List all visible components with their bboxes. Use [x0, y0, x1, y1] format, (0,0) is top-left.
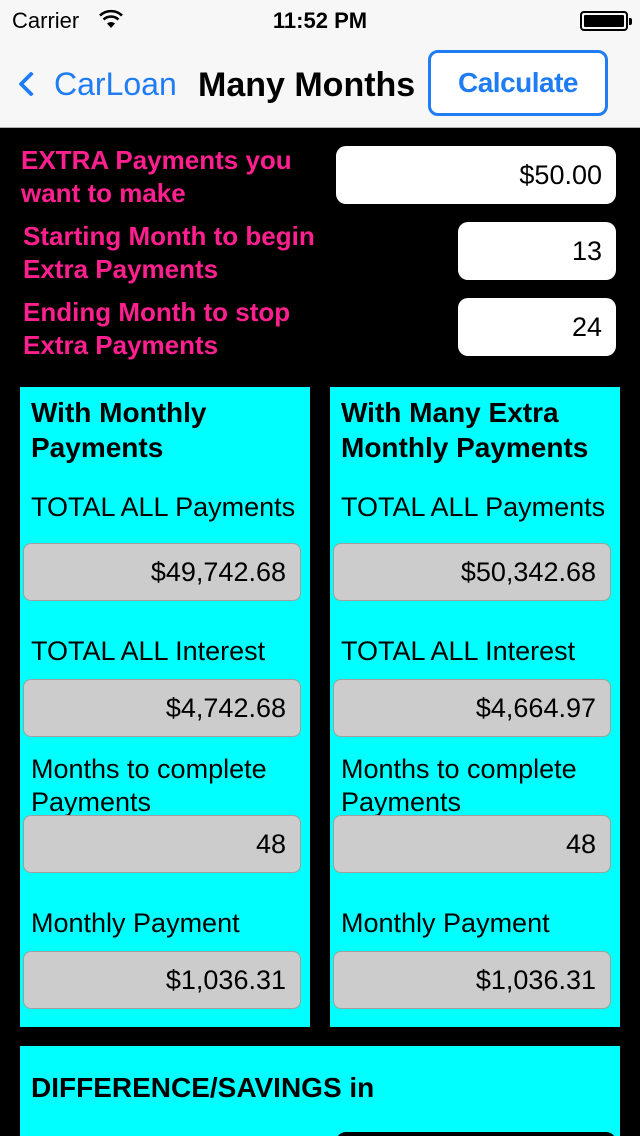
start-month-input[interactable]: 13 — [458, 222, 616, 280]
months-to-complete-value: 48 — [23, 815, 301, 873]
navigation-bar: CarLoan Many Months Calculate — [0, 40, 640, 128]
monthly-payment-label: Monthly Payment — [31, 908, 240, 938]
monthly-payments-panel: With Monthly Payments TOTAL ALL Payments… — [20, 387, 310, 1027]
total-interest-value: $4,742.68 — [23, 679, 301, 737]
total-payments-value: $49,742.68 — [23, 543, 301, 601]
total-payments-value: $50,342.68 — [333, 543, 611, 601]
total-payments-label: TOTAL ALL Payments — [341, 492, 606, 522]
difference-heading: DIFFERENCE/SAVINGS in — [31, 1072, 375, 1103]
end-month-label: Ending Month to stop Extra Payments — [23, 297, 291, 360]
start-month-label: Starting Month to begin Extra Payments — [23, 221, 315, 284]
total-payments-label: TOTAL ALL Payments — [31, 492, 296, 522]
panel-heading: With Monthly Payments — [31, 397, 207, 463]
total-interest-label: TOTAL ALL Interest — [31, 636, 266, 666]
extra-payments-label: EXTRA Payments you want to make — [21, 145, 292, 208]
difference-value-box — [336, 1132, 616, 1136]
months-to-complete-label: Months to complete Payments — [31, 754, 267, 817]
panel-heading: With Many Extra Monthly Payments — [341, 397, 589, 463]
monthly-payment-label: Monthly Payment — [341, 908, 550, 938]
difference-savings-panel: DIFFERENCE/SAVINGS in — [20, 1046, 620, 1136]
back-button[interactable]: CarLoan — [14, 62, 177, 106]
clock-time: 11:52 PM — [272, 8, 368, 33]
total-interest-value: $4,664.97 — [333, 679, 611, 737]
calculate-button[interactable]: Calculate — [428, 50, 608, 116]
months-to-complete-value: 48 — [333, 815, 611, 873]
page-title: Many Months — [198, 66, 416, 104]
total-interest-label: TOTAL ALL Interest — [341, 636, 576, 666]
battery-icon — [580, 11, 632, 31]
end-month-input[interactable]: 24 — [458, 298, 616, 356]
status-bar: Carrier 11:52 PM — [0, 0, 640, 40]
extra-payments-input[interactable]: $50.00 — [336, 146, 616, 204]
monthly-payment-value: $1,036.31 — [23, 951, 301, 1009]
back-button-label: CarLoan — [54, 65, 177, 102]
months-to-complete-label: Months to complete Payments — [341, 754, 577, 817]
monthly-payment-value: $1,036.31 — [333, 951, 611, 1009]
extra-payments-panel: With Many Extra Monthly Payments TOTAL A… — [330, 387, 620, 1027]
chevron-left-icon — [18, 71, 44, 97]
